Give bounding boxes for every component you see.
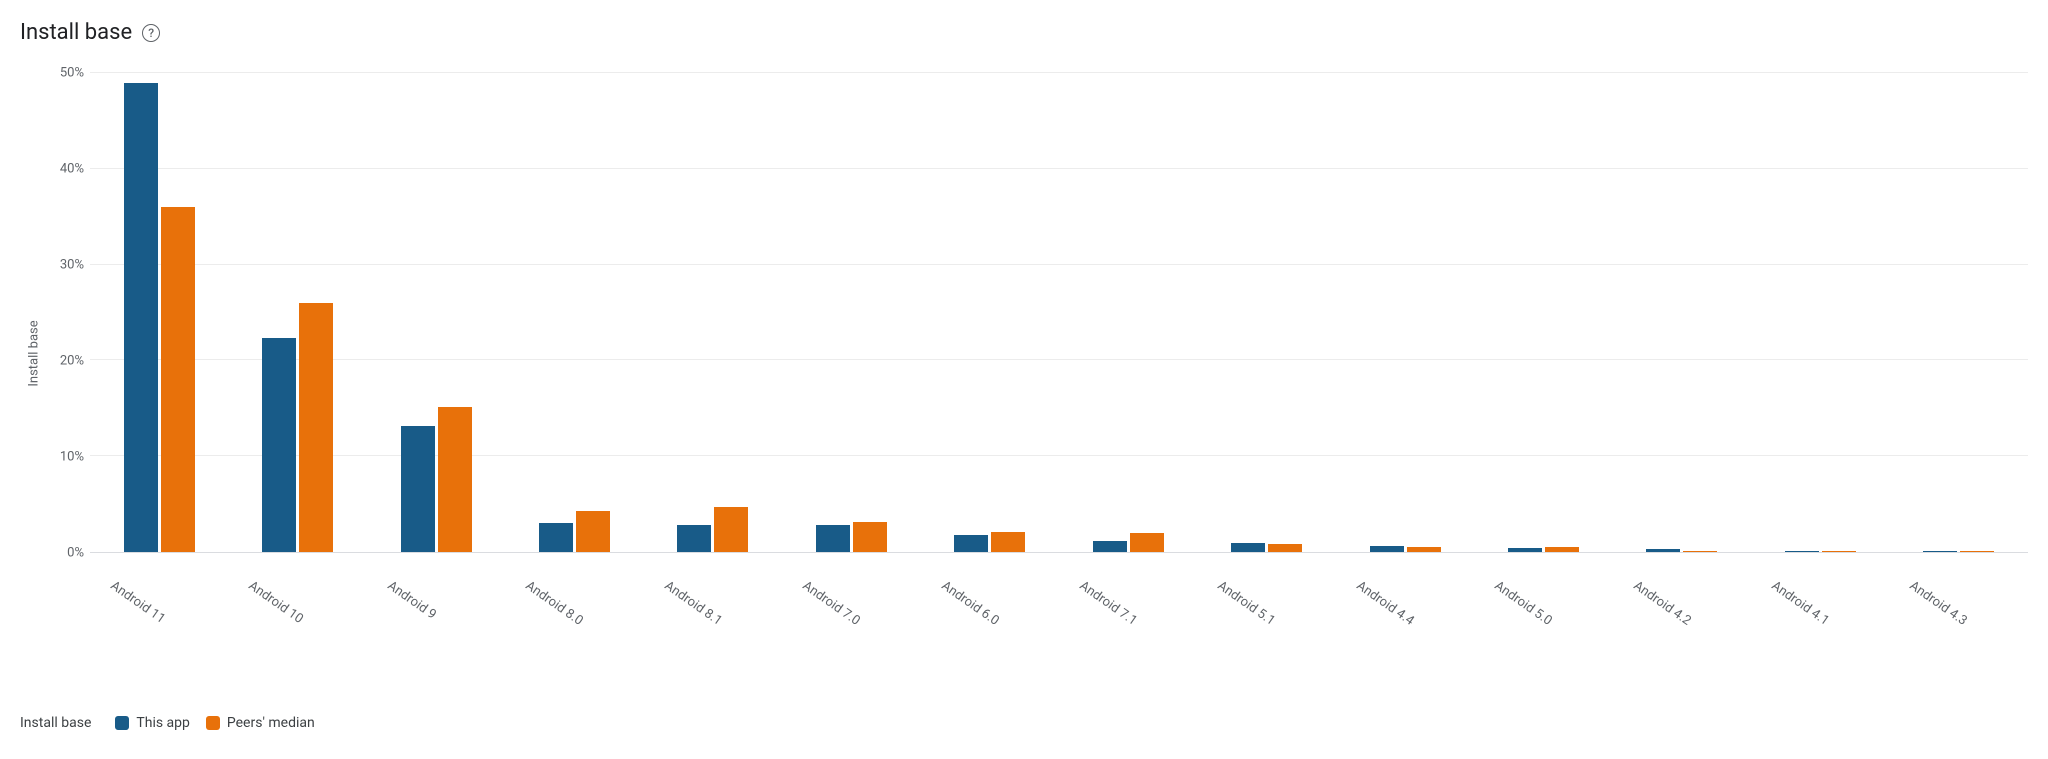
legend-label: Peers' median <box>227 715 315 731</box>
bar-this-app[interactable] <box>1370 546 1404 552</box>
chart-header: Install base ? <box>20 20 2028 45</box>
help-icon[interactable]: ? <box>142 24 160 42</box>
bar-this-app[interactable] <box>816 525 850 552</box>
bar-peers-median[interactable] <box>1960 551 1994 552</box>
bar-group <box>644 73 782 552</box>
legend-item-this-app[interactable]: This app <box>115 715 190 731</box>
bar-peers-median[interactable] <box>576 511 610 552</box>
legend-label: This app <box>136 715 190 731</box>
bar-this-app[interactable] <box>539 523 573 552</box>
chart: Install base 0%10%20%30%40%50% Android 1… <box>20 73 2028 633</box>
bar-peers-median[interactable] <box>714 507 748 552</box>
y-axis-ticks: 0%10%20%30%40%50% <box>48 73 90 553</box>
x-label: Android 11 <box>81 560 203 652</box>
x-label: Android 7.1 <box>1050 560 1172 652</box>
y-tick: 20% <box>60 354 84 369</box>
bar-group <box>90 73 228 552</box>
bar-this-app[interactable] <box>1231 543 1265 552</box>
bar-peers-median[interactable] <box>1545 547 1579 552</box>
y-tick: 10% <box>60 450 84 465</box>
y-tick: 40% <box>60 162 84 177</box>
chart-title: Install base <box>20 20 132 45</box>
y-tick: 0% <box>67 546 84 561</box>
x-label: Android 4.3 <box>1881 560 2003 652</box>
x-label: Android 6.0 <box>912 560 1034 652</box>
bar-peers-median[interactable] <box>1822 551 1856 552</box>
bar-group <box>505 73 643 552</box>
y-tick: 30% <box>60 258 84 273</box>
x-label: Android 4.2 <box>1604 560 1726 652</box>
bar-this-app[interactable] <box>1093 541 1127 552</box>
y-tick: 50% <box>60 66 84 81</box>
x-label: Android 4.1 <box>1742 560 1864 652</box>
x-label: Android 8.0 <box>497 560 619 652</box>
swatch-this-app <box>115 716 129 730</box>
bar-group <box>1474 73 1612 552</box>
bar-this-app[interactable] <box>262 338 296 552</box>
bar-group <box>1197 73 1335 552</box>
bar-peers-median[interactable] <box>161 207 195 552</box>
bar-this-app[interactable] <box>1923 551 1957 552</box>
bar-peers-median[interactable] <box>438 407 472 552</box>
legend-item-peers-median[interactable]: Peers' median <box>206 715 315 731</box>
x-label: Android 9 <box>358 560 480 652</box>
bar-this-app[interactable] <box>1646 549 1680 552</box>
y-axis-label: Install base <box>20 73 48 633</box>
x-label: Android 4.4 <box>1327 560 1449 652</box>
plot-area: Android 11Android 10Android 9Android 8.0… <box>90 73 2028 553</box>
x-label: Android 5.0 <box>1466 560 1588 652</box>
bar-group <box>921 73 1059 552</box>
legend: Install base This app Peers' median <box>20 715 2028 731</box>
bar-this-app[interactable] <box>1508 548 1542 552</box>
bar-peers-median[interactable] <box>1268 544 1302 552</box>
bar-peers-median[interactable] <box>1407 547 1441 552</box>
bar-peers-median[interactable] <box>991 532 1025 552</box>
bar-group <box>367 73 505 552</box>
bar-this-app[interactable] <box>677 525 711 552</box>
bar-group <box>782 73 920 552</box>
bar-this-app[interactable] <box>401 426 435 552</box>
bar-group <box>1751 73 1889 552</box>
bar-this-app[interactable] <box>1785 551 1819 552</box>
x-label: Android 5.1 <box>1189 560 1311 652</box>
bar-this-app[interactable] <box>124 83 158 552</box>
swatch-peers-median <box>206 716 220 730</box>
x-label: Android 8.1 <box>635 560 757 652</box>
bar-group <box>1613 73 1751 552</box>
bar-groups <box>90 73 2028 552</box>
x-label: Android 10 <box>220 560 342 652</box>
bar-group <box>1889 73 2027 552</box>
bar-peers-median[interactable] <box>853 522 887 552</box>
bar-group <box>1059 73 1197 552</box>
bar-group <box>228 73 366 552</box>
x-label: Android 7.0 <box>774 560 896 652</box>
x-axis-labels: Android 11Android 10Android 9Android 8.0… <box>90 560 2028 575</box>
bar-peers-median[interactable] <box>1130 533 1164 552</box>
bar-group <box>1336 73 1474 552</box>
legend-title: Install base <box>20 715 91 731</box>
bar-this-app[interactable] <box>954 535 988 552</box>
bar-peers-median[interactable] <box>1683 551 1717 552</box>
bar-peers-median[interactable] <box>299 303 333 552</box>
